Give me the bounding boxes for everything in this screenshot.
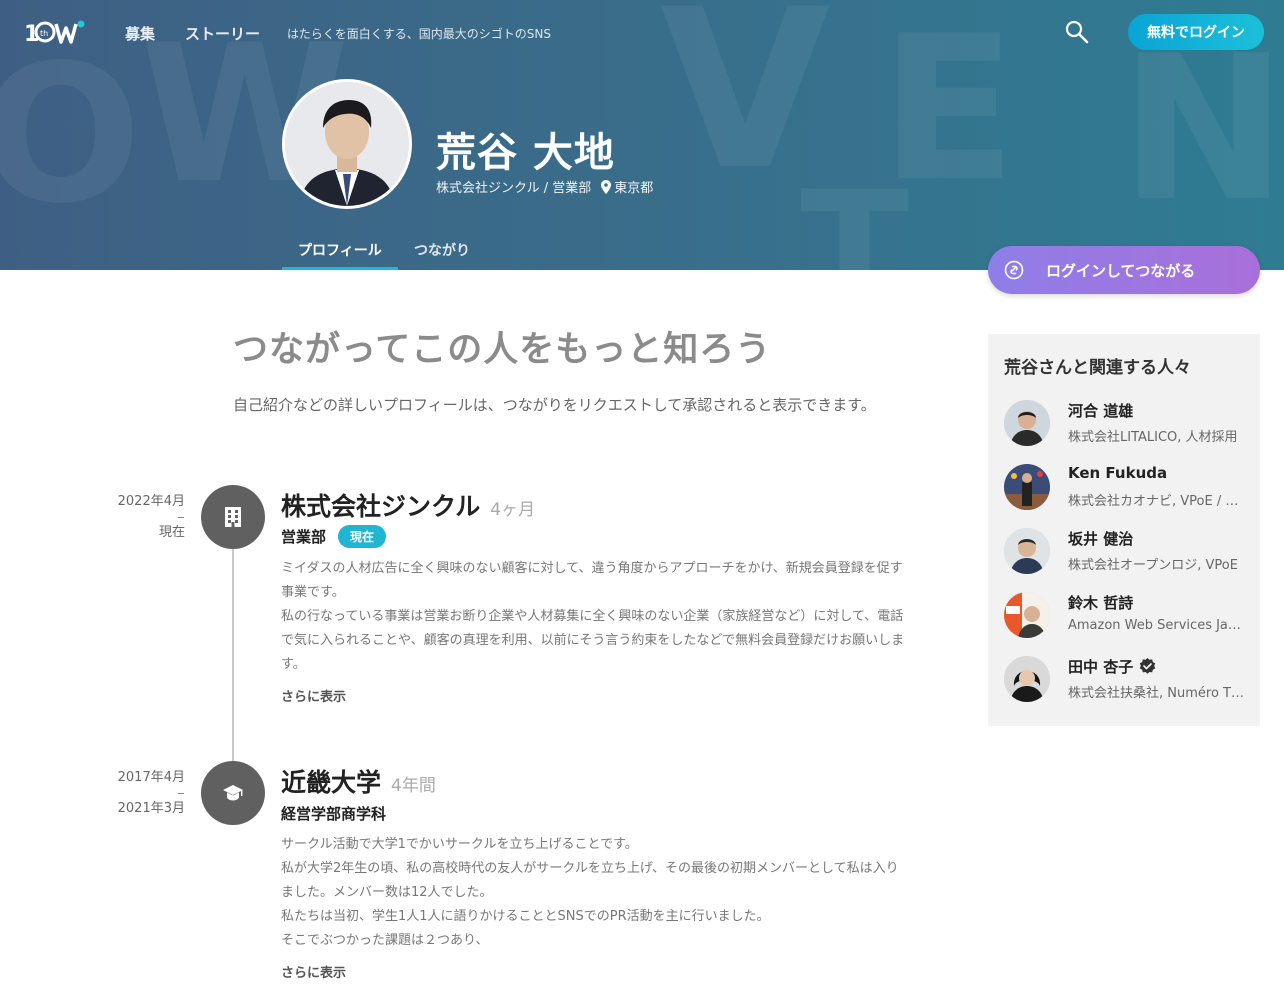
svg-text:th: th bbox=[40, 29, 48, 38]
person-description: 株式会社カオナビ, VPoE / 開発 bbox=[1068, 494, 1246, 509]
related-person[interactable]: 鈴木 哲詩 Amazon Web Services Japan bbox=[1004, 592, 1254, 640]
timeline-org: 株式会社ジンクル 4ヶ月 bbox=[281, 487, 535, 523]
profile-avatar bbox=[282, 79, 412, 209]
person-name: 鈴木 哲詩 bbox=[1068, 594, 1134, 612]
date-separator bbox=[178, 793, 184, 794]
connect-headline: つながってこの人をもっと知ろう bbox=[233, 330, 772, 370]
person-description: 株式会社オープンロジ, VPoE bbox=[1068, 558, 1238, 573]
person-name: 田中 杏子 bbox=[1068, 658, 1134, 676]
hero-bg-letter: T bbox=[800, 156, 910, 271]
profile-affiliation: 株式会社ジンクル / 営業部 東京都 bbox=[436, 177, 653, 196]
description-line: で気に入られることや、顧客の真理を利用、以前にそう言う約束をしたなどで無料会員登… bbox=[281, 633, 905, 648]
connect-icon bbox=[1004, 260, 1024, 280]
login-button[interactable]: 無料でログイン bbox=[1128, 14, 1264, 50]
org-duration: 4年間 bbox=[391, 776, 436, 796]
related-people-panel: 荒谷さんと関連する人々 河合 道雄 株式会社LITALICO, 人材採用 Ken… bbox=[988, 334, 1260, 726]
hero-bg-letter: O bbox=[0, 24, 142, 245]
connect-subline: 自己紹介などの詳しいプロフィールは、つながりをリクエストして承認されると表示でき… bbox=[233, 396, 876, 414]
related-person[interactable]: Ken Fukuda 株式会社カオナビ, VPoE / 開発 bbox=[1004, 464, 1254, 512]
timeline-date: 2022年4月 現在 bbox=[105, 487, 185, 548]
role-name: 経営学部商学科 bbox=[281, 805, 387, 823]
location-pin-icon bbox=[601, 179, 612, 194]
location: 東京都 bbox=[601, 177, 653, 196]
timeline-role: 営業部 現在 bbox=[281, 525, 387, 548]
person-description: 株式会社扶桑社, Numéro TOKYO bbox=[1068, 686, 1246, 701]
org-name[interactable]: 近畿大学 bbox=[281, 763, 381, 799]
person-name: 河合 道雄 bbox=[1068, 402, 1134, 420]
timeline-role: 経営学部商学科 bbox=[281, 803, 386, 824]
timeline-date: 2017年4月 2021年3月 bbox=[105, 763, 185, 824]
nav-recruit[interactable]: 募集 bbox=[125, 23, 155, 44]
education-icon bbox=[201, 761, 265, 825]
description-line: そこでぶつかった課題は２つあり、 bbox=[281, 933, 489, 948]
show-more-link[interactable]: さらに表示 bbox=[281, 686, 346, 705]
connect-button-label: ログインしてつながる bbox=[1046, 262, 1196, 280]
timeline-description: ミイダスの人材広告に全く興味のない顧客に対して、違う角度からアプローチをかけ、新… bbox=[281, 557, 957, 677]
company-role: 株式会社ジンクル / 営業部 bbox=[436, 181, 592, 196]
nav-stories[interactable]: ストーリー bbox=[185, 23, 260, 44]
timeline-line bbox=[232, 549, 234, 763]
active-tab-indicator bbox=[282, 267, 398, 270]
description-line: 私の行なっている事業は営業お断り企業や人材募集に全く興味のない企業（家族経営など… bbox=[281, 609, 904, 624]
related-person[interactable]: 坂井 健治 株式会社オープンロジ, VPoE bbox=[1004, 528, 1254, 576]
org-name[interactable]: 株式会社ジンクル bbox=[281, 487, 480, 523]
profile-name: 荒谷 大地 bbox=[436, 130, 615, 176]
tab-connections[interactable]: つながり bbox=[414, 240, 470, 260]
date-end: 2021年3月 bbox=[117, 801, 185, 816]
avatar bbox=[1004, 400, 1050, 446]
date-end: 現在 bbox=[158, 525, 185, 540]
avatar bbox=[1004, 592, 1050, 638]
search-icon[interactable] bbox=[1064, 19, 1090, 45]
location-text: 東京都 bbox=[614, 181, 654, 196]
show-more-link[interactable]: さらに表示 bbox=[281, 962, 346, 981]
org-duration: 4ヶ月 bbox=[490, 500, 536, 520]
description-line: 事業です。 bbox=[281, 585, 345, 600]
description-line: す。 bbox=[281, 657, 306, 672]
avatar bbox=[1004, 464, 1050, 510]
person-name: 坂井 健治 bbox=[1068, 530, 1134, 548]
related-person[interactable]: 田中 杏子 株式会社扶桑社, Numéro TOKYO bbox=[1004, 656, 1254, 704]
description-line: 私が大学2年生の頃、私の高校時代の友人がサークルを立ち上げ、その最後の初期メンバ… bbox=[281, 861, 899, 876]
person-description: 株式会社LITALICO, 人材採用 bbox=[1068, 430, 1238, 445]
description-line: 私たちは当初、学生1人1人に語りかけることとSNSでのPR活動を主に行いました。 bbox=[281, 909, 770, 924]
role-name: 営業部 bbox=[281, 528, 327, 546]
profile-hero: O W V E N T 1 th 募集 ストーリー はたらくを面白くする、国内最… bbox=[0, 0, 1284, 270]
description-line: ミイダスの人材広告に全く興味のない顧客に対して、違う角度からアプローチをかけ、新… bbox=[281, 561, 903, 576]
date-start: 2022年4月 bbox=[117, 494, 185, 509]
related-person[interactable]: 河合 道雄 株式会社LITALICO, 人材採用 bbox=[1004, 400, 1254, 448]
current-badge: 現在 bbox=[338, 525, 387, 548]
verified-badge-icon bbox=[1140, 658, 1156, 674]
connect-button[interactable]: ログインしてつながる bbox=[988, 246, 1260, 294]
description-line: ました。メンバー数は12人でした。 bbox=[281, 885, 493, 900]
tagline: はたらくを面白くする、国内最大のシゴトのSNS bbox=[287, 27, 551, 41]
related-people-title: 荒谷さんと関連する人々 bbox=[1004, 358, 1191, 378]
avatar bbox=[1004, 528, 1050, 574]
tab-profile[interactable]: プロフィール bbox=[298, 240, 382, 260]
avatar bbox=[1004, 656, 1050, 702]
person-name: Ken Fukuda bbox=[1068, 464, 1168, 482]
timeline-org: 近畿大学 4年間 bbox=[281, 763, 436, 799]
timeline-description: サークル活動で大学1でかいサークルを立ち上げることです。 私が大学2年生の頃、私… bbox=[281, 833, 957, 953]
company-icon bbox=[201, 485, 265, 549]
date-separator bbox=[178, 517, 184, 518]
top-bar: 1 th 募集 ストーリー はたらくを面白くする、国内最大のシゴトのSNS 無料… bbox=[0, 0, 1284, 64]
description-line: サークル活動で大学1でかいサークルを立ち上げることです。 bbox=[281, 837, 638, 852]
person-description: Amazon Web Services Japan bbox=[1068, 618, 1246, 633]
date-start: 2017年4月 bbox=[117, 770, 185, 785]
wantedly-logo[interactable]: 1 th bbox=[24, 18, 86, 46]
